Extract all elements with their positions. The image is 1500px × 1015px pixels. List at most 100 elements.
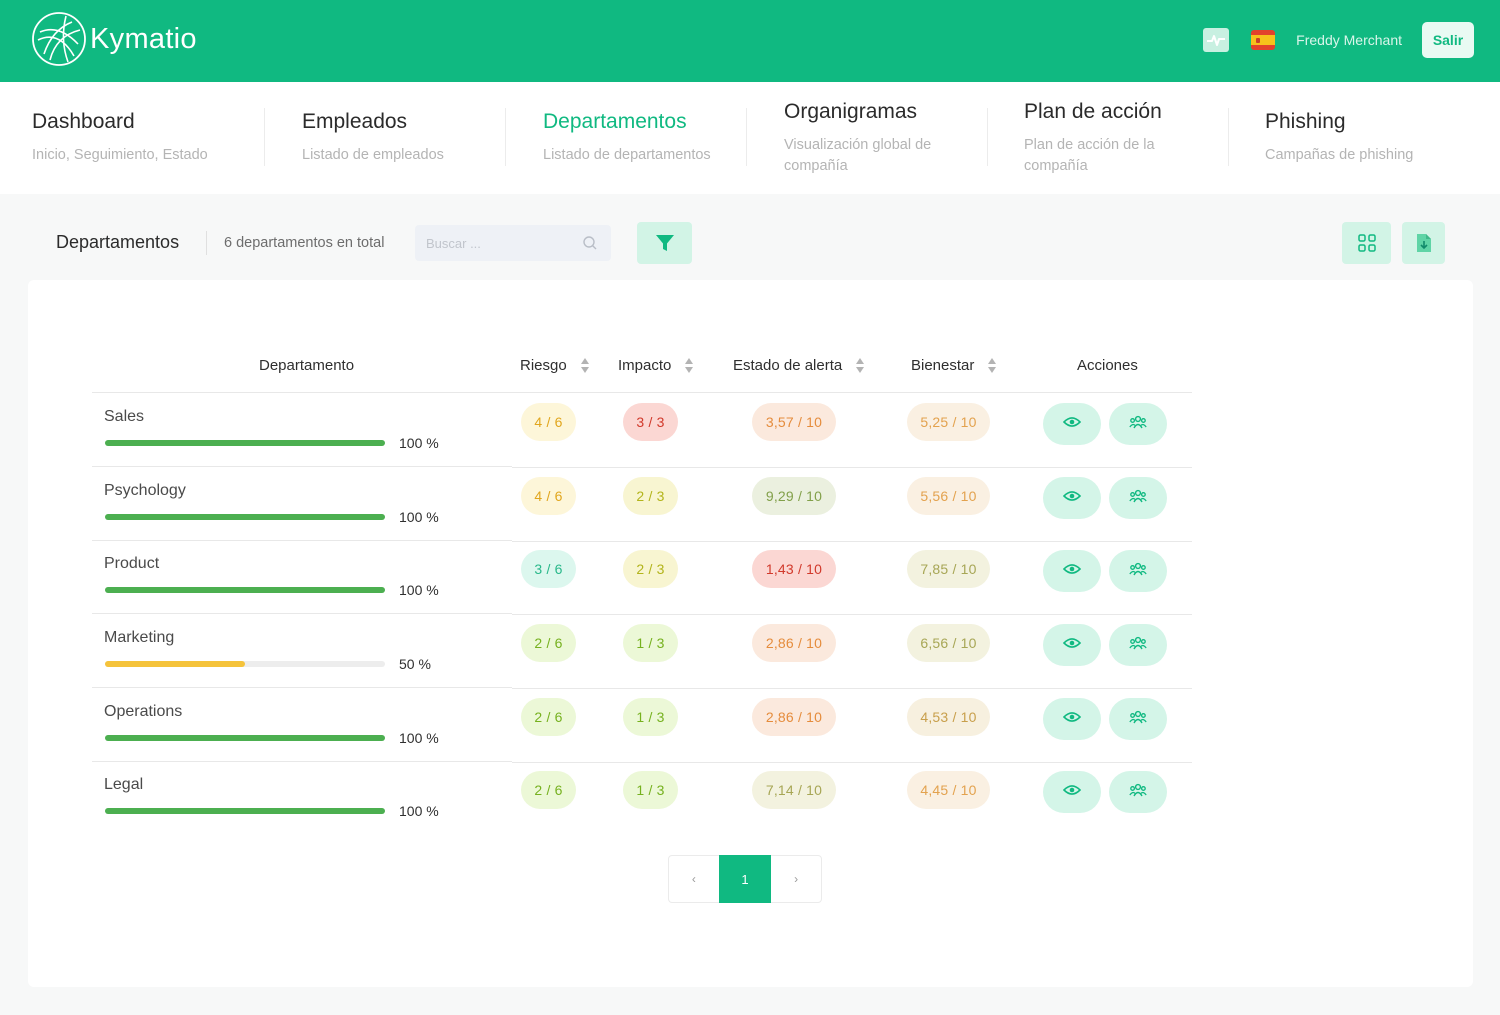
- department-name[interactable]: Product: [104, 555, 159, 573]
- sort-icon[interactable]: [856, 358, 865, 373]
- eye-icon: [1062, 562, 1082, 580]
- team-button[interactable]: [1109, 624, 1167, 666]
- view-button[interactable]: [1043, 550, 1101, 592]
- impacto-badge: 2 / 3: [623, 550, 678, 588]
- pulse-icon[interactable]: [1203, 28, 1230, 52]
- logout-button[interactable]: Salir: [1422, 22, 1474, 58]
- nav-subtitle: Inicio, Seguimiento, Estado: [32, 147, 208, 163]
- view-button[interactable]: [1043, 403, 1101, 445]
- nav-title: Dashboard: [32, 110, 135, 133]
- alerta-badge: 7,14 / 10: [752, 771, 836, 809]
- nav-title: Organigramas: [784, 99, 918, 123]
- row-divider: [92, 613, 512, 614]
- team-button[interactable]: [1109, 477, 1167, 519]
- riesgo-badge: 2 / 6: [521, 771, 576, 809]
- group-icon: [1129, 562, 1147, 581]
- nav-divider: [746, 108, 747, 166]
- nav-subtitle: Listado de departamentos: [543, 147, 711, 163]
- column-header-bienestar[interactable]: Bienestar: [911, 357, 997, 374]
- column-header-departamento: Departamento: [259, 357, 355, 374]
- column-header-riesgo[interactable]: Riesgo: [520, 357, 590, 374]
- nav-divider: [1228, 108, 1229, 166]
- department-name[interactable]: Sales: [104, 408, 144, 426]
- view-button[interactable]: [1043, 698, 1101, 740]
- alerta-badge: 2,86 / 10: [752, 698, 836, 736]
- column-header-impacto[interactable]: Impacto: [618, 357, 694, 374]
- grid-icon: [1357, 234, 1376, 252]
- team-button[interactable]: [1109, 771, 1167, 813]
- nav-item-dashboard[interactable]: Dashboard Inicio, Seguimiento, Estado: [32, 82, 208, 194]
- group-icon: [1129, 415, 1147, 434]
- progress-label: 100 %: [399, 730, 439, 746]
- prev-page-button[interactable]: ‹: [669, 856, 719, 902]
- bienestar-badge: 7,85 / 10: [907, 550, 990, 588]
- eye-icon: [1062, 489, 1082, 507]
- eye-icon: [1062, 783, 1082, 801]
- search-icon[interactable]: [583, 236, 597, 250]
- nav-item-organigramas[interactable]: Organigramas Visualización global de com…: [784, 82, 931, 194]
- progress-label: 100 %: [399, 435, 439, 451]
- team-button[interactable]: [1109, 550, 1167, 592]
- progress-label: 100 %: [399, 803, 439, 819]
- department-name[interactable]: Marketing: [104, 629, 174, 647]
- search-input[interactable]: [415, 225, 580, 261]
- row-divider: [512, 541, 1192, 542]
- impacto-badge: 1 / 3: [623, 624, 678, 662]
- department-name[interactable]: Legal: [104, 776, 143, 794]
- search-box: [415, 225, 611, 261]
- group-icon: [1129, 636, 1147, 655]
- impacto-badge: 2 / 3: [623, 477, 678, 515]
- team-button[interactable]: [1109, 698, 1167, 740]
- riesgo-badge: 2 / 6: [521, 624, 576, 662]
- view-button[interactable]: [1043, 771, 1101, 813]
- progress-bar: [105, 661, 385, 667]
- brand-logo[interactable]: Kymatio: [30, 10, 197, 68]
- filter-icon: [655, 235, 674, 251]
- nav-subtitle: Campañas de phishing: [1265, 147, 1414, 163]
- sort-icon[interactable]: [685, 358, 694, 373]
- spain-flag-icon[interactable]: [1251, 30, 1276, 50]
- team-button[interactable]: [1109, 403, 1167, 445]
- eye-icon: [1062, 636, 1082, 654]
- riesgo-badge: 2 / 6: [521, 698, 576, 736]
- sort-icon[interactable]: [580, 358, 590, 373]
- column-header-estado-alerta[interactable]: Estado de alerta: [733, 357, 865, 374]
- bienestar-badge: 6,56 / 10: [907, 624, 990, 662]
- progress-bar: [105, 440, 385, 446]
- nav-title: Empleados: [302, 110, 408, 133]
- impacto-badge: 3 / 3: [623, 403, 678, 441]
- view-button[interactable]: [1043, 477, 1101, 519]
- nav-item-departamentos[interactable]: Departamentos Listado de departamentos: [543, 82, 711, 194]
- nav-divider: [264, 108, 265, 166]
- progress-bar-fill: [105, 735, 385, 741]
- user-name[interactable]: Freddy Merchant: [1296, 32, 1402, 48]
- bienestar-badge: 5,56 / 10: [907, 477, 990, 515]
- current-page-button[interactable]: 1: [718, 855, 772, 903]
- progress-bar: [105, 587, 385, 593]
- nav-item-plan-de-accion[interactable]: Plan de acción Plan de acción de la comp…: [1024, 82, 1162, 194]
- progress-bar-fill: [105, 661, 245, 667]
- department-name[interactable]: Psychology: [104, 482, 186, 500]
- nav-item-empleados[interactable]: Empleados Listado de empleados: [302, 82, 444, 194]
- brand-name: Kymatio: [90, 22, 197, 55]
- nav-title: Phishing: [1265, 110, 1346, 133]
- nav-subtitle-line1: Plan de acción de la: [1024, 136, 1155, 153]
- next-page-button[interactable]: ›: [771, 856, 821, 902]
- riesgo-badge: 3 / 6: [521, 550, 576, 588]
- row-divider: [512, 688, 1192, 689]
- department-name[interactable]: Operations: [104, 703, 182, 721]
- view-button[interactable]: [1043, 624, 1101, 666]
- nav-subtitle-line1: Visualización global de: [784, 136, 932, 153]
- progress-bar: [105, 514, 385, 520]
- grid-view-button[interactable]: [1342, 222, 1391, 264]
- sort-icon[interactable]: [988, 358, 997, 373]
- nav-item-phishing[interactable]: Phishing Campañas de phishing: [1265, 82, 1413, 194]
- progress-bar-fill: [105, 514, 385, 520]
- download-button[interactable]: [1402, 222, 1445, 264]
- filter-button[interactable]: [637, 222, 692, 264]
- nav-divider: [505, 108, 506, 166]
- bienestar-badge: 4,53 / 10: [907, 698, 990, 736]
- alerta-badge: 1,43 / 10: [752, 550, 836, 588]
- kymatio-logo-icon: [32, 12, 86, 66]
- eye-icon: [1062, 415, 1082, 433]
